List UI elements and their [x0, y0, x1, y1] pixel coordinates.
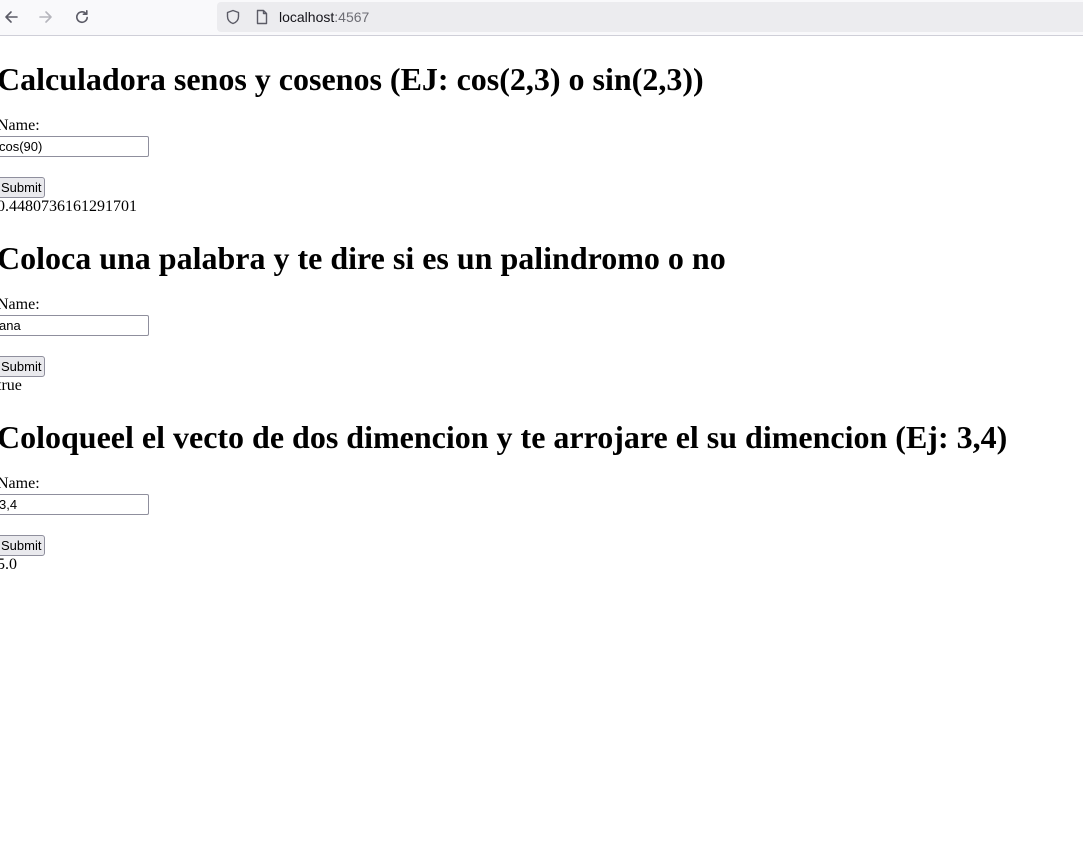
trig-calculator-section: Calculadora senos y cosenos (EJ: cos(2,3…: [0, 61, 1077, 215]
section-heading: Coloca una palabra y te dire si es un pa…: [0, 240, 726, 276]
shield-icon[interactable]: [225, 9, 241, 25]
palindrome-input[interactable]: [0, 315, 149, 336]
section-heading: Coloqueel el vecto de dos dimencion y te…: [0, 419, 1008, 455]
arrow-left-icon: [3, 9, 19, 25]
submit-button[interactable]: Submit: [0, 356, 46, 377]
url-port: :4567: [334, 9, 370, 25]
forward-button[interactable]: [35, 6, 57, 28]
result-text: 5.0: [0, 556, 17, 573]
reload-icon: [74, 9, 90, 25]
arrow-right-icon: [38, 9, 54, 25]
vector-magnitude-section: Coloqueel el vecto de dos dimencion y te…: [0, 419, 1077, 573]
trig-input[interactable]: [0, 136, 149, 157]
url-text[interactable]: localhost:4567: [279, 8, 369, 26]
palindrome-section: Coloca una palabra y te dire si es un pa…: [0, 240, 1077, 394]
address-bar[interactable]: localhost:4567: [217, 2, 1083, 32]
name-label: Name:: [0, 117, 40, 134]
result-text: 0.4480736161291701: [0, 198, 137, 215]
submit-button[interactable]: Submit: [0, 177, 46, 198]
submit-button[interactable]: Submit: [0, 535, 46, 556]
url-host: localhost: [279, 9, 335, 25]
reload-button[interactable]: [71, 6, 93, 28]
vector-input[interactable]: [0, 494, 149, 515]
browser-toolbar: localhost:4567: [0, 0, 1083, 36]
name-label: Name:: [0, 475, 40, 492]
back-button[interactable]: [0, 6, 22, 28]
result-text: true: [0, 377, 22, 394]
section-heading: Calculadora senos y cosenos (EJ: cos(2,3…: [0, 61, 704, 97]
page-icon[interactable]: [254, 9, 270, 25]
name-label: Name:: [0, 296, 40, 313]
page-content: Calculadora senos y cosenos (EJ: cos(2,3…: [0, 37, 1083, 841]
